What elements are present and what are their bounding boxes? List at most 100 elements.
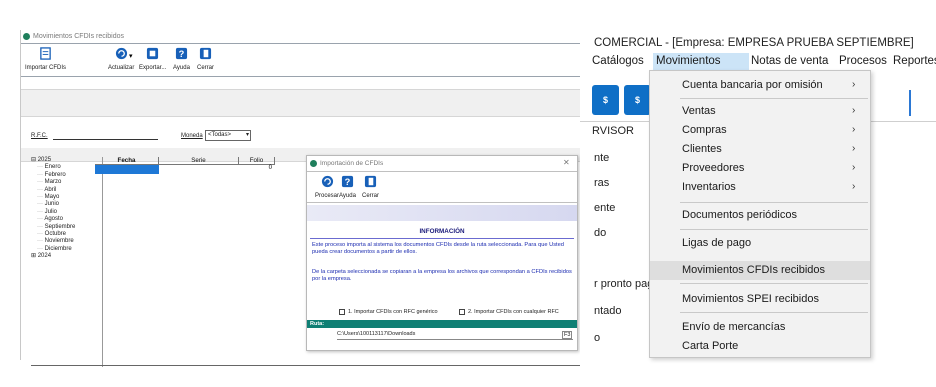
side-item[interactable]: ente <box>594 202 615 214</box>
menu-item-label: Compras <box>682 124 727 136</box>
chevron-right-icon: › <box>852 105 856 116</box>
tree-month[interactable]: ··· Agosto <box>31 216 102 223</box>
tree-month-label: Noviembre <box>44 238 74 245</box>
checkbox[interactable] <box>339 309 345 315</box>
filter-band <box>21 89 601 117</box>
menu-separator <box>680 283 868 284</box>
dialog-help-button[interactable]: ? Ayuda <box>339 175 356 199</box>
tree-month-label: Septiembre <box>44 223 76 230</box>
rfc-input[interactable] <box>53 139 158 140</box>
import-cfdis-button[interactable]: Importar CFDIs <box>25 47 66 71</box>
menu-separator <box>680 98 868 99</box>
browse-f3-button[interactable]: F3 <box>562 331 573 339</box>
check-cualquier-rfc[interactable]: 2. Importar CFDIs con cualquier RFC <box>459 309 559 315</box>
menu-item-label: Proveedores <box>682 162 745 174</box>
scroll-indicator <box>909 90 911 116</box>
side-item[interactable]: nte <box>594 152 609 164</box>
tree-branch-icon: ··· <box>37 201 45 208</box>
export-button[interactable]: Exportar... <box>139 47 166 71</box>
col-serie[interactable]: Serie <box>159 157 239 165</box>
menu-notas-de-venta[interactable]: Notas de venta <box>751 55 828 67</box>
side-item[interactable]: ras <box>594 177 609 189</box>
tree-month[interactable]: ··· Marzo <box>31 179 102 186</box>
menu-item-movimientos-spei-recibidos[interactable]: Movimientos SPEI recibidos <box>650 290 870 308</box>
menu-item-label: Envío de mercancías <box>682 321 786 333</box>
menu-item-envio-de-mercancias[interactable]: Envío de mercancías <box>650 318 870 336</box>
menu-catalogos[interactable]: Catálogos <box>592 55 644 67</box>
menu-item-ligas-de-pago[interactable]: Ligas de pago <box>650 234 870 252</box>
cfdi-toolbar: Importar CFDIs Actualizar Exportar... ? … <box>21 43 601 77</box>
export-icon <box>147 47 159 60</box>
side-item[interactable]: o <box>594 332 600 344</box>
tree-month[interactable]: ··· Octubre <box>31 231 102 238</box>
tree-year-2024[interactable]: ⊞ 2024 <box>31 253 102 260</box>
dialog-help-label: Ayuda <box>339 193 356 199</box>
filter-row: R.F.C. Moneda <Todas> ▾ <box>21 127 601 147</box>
dialog-close-button[interactable]: Cerrar <box>362 175 379 199</box>
side-item[interactable]: ntado <box>594 305 622 317</box>
menu-movimientos[interactable]: Movimientos <box>656 55 721 67</box>
tree-month[interactable]: ··· Febrero <box>31 172 102 179</box>
close-button[interactable]: Cerrar <box>197 47 214 71</box>
menu-procesos[interactable]: Procesos <box>839 55 887 67</box>
col-folio[interactable]: Folio <box>239 157 275 165</box>
tree-month[interactable]: ··· Diciembre <box>31 246 102 253</box>
side-item[interactable]: do <box>594 227 606 239</box>
checkbox[interactable] <box>459 309 465 315</box>
toolbar-tile-2[interactable]: $ <box>624 85 651 115</box>
export-dropdown-icon[interactable]: ▾ <box>129 52 133 60</box>
ruta-input[interactable]: C:\Users\100113117\Downloads <box>337 331 573 340</box>
menu-reportes[interactable]: Reportes <box>893 55 936 67</box>
process-button[interactable]: Procesar <box>315 175 339 199</box>
tree-month[interactable]: ··· Abril <box>31 187 102 194</box>
cell-fecha[interactable] <box>95 165 159 174</box>
menu-item-documentos-periodicos[interactable]: Documentos periódicos <box>650 206 870 224</box>
tree-branch-icon: ··· <box>37 238 45 245</box>
cell-serie[interactable] <box>159 165 239 174</box>
menu-item-compras[interactable]: Compras › <box>650 121 870 139</box>
export-label: Exportar... <box>139 65 167 71</box>
check-rfc-generico-label: 1. Importar CFDIs con RFC genérico <box>348 309 438 315</box>
menu-item-inventarios[interactable]: Inventarios › <box>650 178 870 196</box>
menu-item-clientes[interactable]: Clientes › <box>650 140 870 158</box>
dialog-close-icon[interactable]: ✕ <box>563 158 570 167</box>
tree-month[interactable]: ··· Julio <box>31 209 102 216</box>
process-icon <box>321 175 333 188</box>
help-button[interactable]: ? Ayuda <box>173 47 190 71</box>
menu-item-ventas[interactable]: Ventas › <box>650 102 870 120</box>
chevron-down-icon: ▾ <box>245 132 249 138</box>
menu-item-proveedores[interactable]: Proveedores › <box>650 159 870 177</box>
menu-item-label: Inventarios <box>682 181 736 193</box>
tree-year-2025[interactable]: ⊟ 2025 <box>31 157 102 164</box>
tree-branch-icon: ··· <box>37 223 45 230</box>
table-row[interactable]: 0 <box>95 165 295 174</box>
dialog-title: Importación de CFDIs <box>320 159 384 167</box>
process-label: Procesar <box>315 193 340 199</box>
menu-item-cuenta-bancaria[interactable]: Cuenta bancaria por omisión › <box>650 76 870 94</box>
info-title: INFORMACIÓN <box>419 228 465 235</box>
moneda-select[interactable]: <Todas> ▾ <box>205 130 251 141</box>
tree-month-label: Abril <box>44 186 57 193</box>
tree-month[interactable]: ··· Septiembre <box>31 224 102 231</box>
close-door-icon <box>199 47 212 60</box>
menu-item-label: Ligas de pago <box>682 237 752 249</box>
tree-month[interactable]: ··· Enero <box>31 164 102 171</box>
tree-month[interactable]: ··· Noviembre <box>31 238 102 245</box>
toolbar-tile-1[interactable]: $ <box>592 85 619 115</box>
comercial-toolbar: $ $ <box>580 85 660 117</box>
tree-month[interactable]: ··· Junio <box>31 201 102 208</box>
menu-item-carta-porte[interactable]: Carta Porte <box>650 337 870 355</box>
dialog-titlebar: Importación de CFDIs <box>307 156 577 170</box>
col-fecha[interactable]: Fecha <box>95 157 159 165</box>
menu-item-label: Movimientos SPEI recibidos <box>682 293 819 305</box>
check-rfc-generico[interactable]: 1. Importar CFDIs con RFC genérico <box>339 309 438 315</box>
moneda-select-value: <Todas> <box>208 132 232 138</box>
svg-text:?: ? <box>345 177 351 187</box>
tree-month-label: Junio <box>44 201 60 208</box>
divider <box>31 365 601 366</box>
tree-month[interactable]: ··· Mayo <box>31 194 102 201</box>
cell-folio[interactable]: 0 <box>239 165 275 174</box>
menu-item-movimientos-cfdis-recibidos[interactable]: Movimientos CFDIs recibidos <box>650 261 870 280</box>
tree-branch-icon: ··· <box>37 208 45 215</box>
tree-branch-icon: ··· <box>37 245 45 252</box>
